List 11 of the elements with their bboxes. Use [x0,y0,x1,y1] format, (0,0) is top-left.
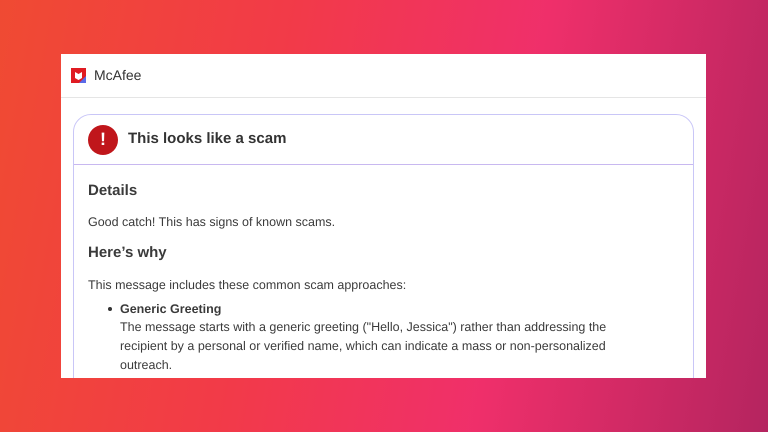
alert-title: This looks like a scam [128,129,286,150]
bullet-icon [108,307,112,311]
intro-text: This message includes these common scam approaches: [88,277,408,294]
reason-text: The message starts with a generic greeting ("Hello, Jessica") rather than addressing the recipient by a personal or verified name, which can indicate a mass or non-personalized outreach. [120,319,608,374]
shield-logo-icon [71,68,86,83]
section-heading: Here’s why [88,243,168,263]
window-title: McAfee [94,66,142,85]
alert-icon: ! [88,124,118,154]
section-heading: Details [88,181,138,201]
details-text: Good catch! This has signs of known scams. [88,214,336,231]
reason-title: Generic Greeting [120,301,222,318]
